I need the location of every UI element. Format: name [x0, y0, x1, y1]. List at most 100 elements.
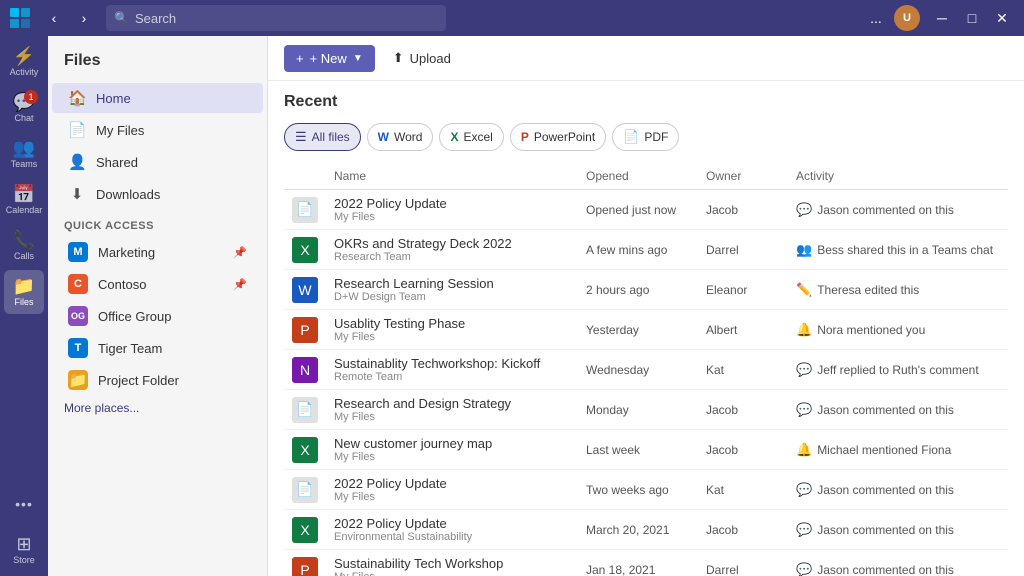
activity-text: Jason commented on this [817, 523, 954, 537]
filter-tab-pdf[interactable]: 📄 PDF [612, 123, 679, 151]
activity-icon: 🔔 [796, 442, 812, 458]
tiger-team-icon: T [68, 338, 88, 358]
table-row[interactable]: P Sustainability Tech Workshop My Files … [284, 550, 1008, 576]
sidebar-nav-home[interactable]: 🏠 Home [52, 83, 263, 113]
table-row[interactable]: X New customer journey map My Files Last… [284, 430, 1008, 470]
upload-button[interactable]: ⬆ Upload [383, 44, 461, 72]
app-logo [8, 6, 32, 30]
file-owner: Darrel [698, 230, 788, 270]
table-row[interactable]: 📄 2022 Policy Update My Files Opened jus… [284, 190, 1008, 230]
file-opened: Last week [578, 430, 698, 470]
col-activity[interactable]: Activity [788, 163, 1008, 190]
sidebar-item-more[interactable]: ••• [4, 482, 44, 526]
file-owner: Jacob [698, 390, 788, 430]
filter-tab-all[interactable]: ☰ All files [284, 123, 361, 151]
qa-contoso[interactable]: C Contoso 📌 [52, 269, 263, 299]
file-name-cell: Research Learning Session D+W Design Tea… [326, 270, 578, 310]
avatar[interactable]: U [894, 5, 920, 31]
table-row[interactable]: P Usablity Testing Phase My Files Yester… [284, 310, 1008, 350]
file-activity: 💬 Jeff replied to Ruth's comment [788, 350, 1008, 390]
nav-buttons: ‹ › [40, 6, 98, 30]
file-icon-generic: 📄 [292, 477, 318, 503]
file-name-cell: Sustainability Tech Workshop My Files [326, 550, 578, 576]
filter-tab-ppt[interactable]: P PowerPoint [510, 123, 606, 151]
file-type-icon: 📄 [284, 470, 326, 510]
teams-icon: 👥 [13, 139, 35, 157]
activity-icon: ⚡ [13, 47, 35, 65]
files-label: Files [14, 297, 33, 307]
forward-button[interactable]: › [70, 6, 98, 30]
file-owner: Eleanor [698, 270, 788, 310]
shared-icon: 👤 [68, 153, 86, 171]
file-icon-excel: X [292, 517, 318, 543]
activity-icon: ✏️ [796, 282, 812, 298]
main-container: ⚡ Activity 1 💬 Chat 👥 Teams 📅 Calendar 📞… [0, 36, 1024, 576]
file-name: Sustainability Tech Workshop [334, 556, 570, 571]
new-button[interactable]: + + New ▼ [284, 45, 375, 72]
activity-icon: 💬 [796, 562, 812, 576]
sidebar-item-activity[interactable]: ⚡ Activity [4, 40, 44, 84]
sidebar-title: Files [48, 44, 267, 82]
minimize-button[interactable]: ─ [928, 6, 956, 30]
file-name: Research and Design Strategy [334, 396, 570, 411]
search-input[interactable] [135, 11, 438, 26]
sidebar-item-chat[interactable]: 1 💬 Chat [4, 86, 44, 130]
activity-icon: 💬 [796, 202, 812, 218]
file-owner: Darrel [698, 550, 788, 576]
table-row[interactable]: 📄 2022 Policy Update My Files Two weeks … [284, 470, 1008, 510]
more-places-link[interactable]: More places... [48, 396, 267, 420]
activity-icon: 👥 [796, 242, 812, 258]
file-icon-excel: X [292, 237, 318, 263]
file-activity: 🔔 Nora mentioned you [788, 310, 1008, 350]
file-type-icon: 📄 [284, 390, 326, 430]
back-button[interactable]: ‹ [40, 6, 68, 30]
table-row[interactable]: N Sustainablity Techworkshop: Kickoff Re… [284, 350, 1008, 390]
table-row[interactable]: W Research Learning Session D+W Design T… [284, 270, 1008, 310]
activity-text: Jeff replied to Ruth's comment [817, 363, 978, 377]
file-opened: A few mins ago [578, 230, 698, 270]
icon-nav: ⚡ Activity 1 💬 Chat 👥 Teams 📅 Calendar 📞… [0, 36, 48, 576]
table-row[interactable]: 📄 Research and Design Strategy My Files … [284, 390, 1008, 430]
file-icon-word: W [292, 277, 318, 303]
qa-office-group[interactable]: OG Office Group [52, 301, 263, 331]
table-row[interactable]: X OKRs and Strategy Deck 2022 Research T… [284, 230, 1008, 270]
qa-project-folder[interactable]: 📁 Project Folder [52, 365, 263, 395]
sidebar-item-calendar[interactable]: 📅 Calendar [4, 178, 44, 222]
file-name: 2022 Policy Update [334, 196, 570, 211]
col-owner[interactable]: Owner [698, 163, 788, 190]
table-header-row: Name Opened Owner Activity [284, 163, 1008, 190]
col-opened[interactable]: Opened [578, 163, 698, 190]
more-options-button[interactable]: ... [862, 6, 890, 30]
sidebar-item-teams[interactable]: 👥 Teams [4, 132, 44, 176]
ppt-tab-icon: P [521, 130, 529, 144]
office-group-label: Office Group [98, 309, 171, 324]
file-owner: Jacob [698, 190, 788, 230]
close-button[interactable]: ✕ [988, 6, 1016, 30]
col-name[interactable]: Name [326, 163, 578, 190]
file-opened: Wednesday [578, 350, 698, 390]
sidebar-nav-myfiles[interactable]: 📄 My Files [52, 115, 263, 145]
filter-tab-word[interactable]: W Word [367, 123, 434, 151]
qa-marketing[interactable]: M Marketing 📌 [52, 237, 263, 267]
sidebar-item-store[interactable]: ⊞ Store [4, 528, 44, 572]
file-type-icon: 📄 [284, 190, 326, 230]
table-row[interactable]: X 2022 Policy Update Environmental Susta… [284, 510, 1008, 550]
project-folder-icon: 📁 [68, 370, 88, 390]
calendar-icon: 📅 [13, 185, 35, 203]
filter-tab-excel[interactable]: X Excel [439, 123, 503, 151]
marketing-pin-icon: 📌 [233, 246, 247, 259]
pdf-tab-icon: 📄 [623, 129, 639, 145]
sidebar-nav-shared[interactable]: 👤 Shared [52, 147, 263, 177]
marketing-label: Marketing [98, 245, 155, 260]
activity-text: Jason commented on this [817, 403, 954, 417]
search-bar: 🔍 [106, 5, 446, 31]
sidebar-item-files[interactable]: 📁 Files [4, 270, 44, 314]
sidebar-nav-downloads[interactable]: ⬇ Downloads [52, 179, 263, 209]
search-icon: 🔍 [114, 11, 129, 25]
maximize-button[interactable]: □ [958, 6, 986, 30]
sidebar-item-calls[interactable]: 📞 Calls [4, 224, 44, 268]
qa-tiger-team[interactable]: T Tiger Team [52, 333, 263, 363]
activity-text: Michael mentioned Fiona [817, 443, 951, 457]
files-content: Recent ☰ All files W Word X Excel P Powe… [268, 81, 1024, 576]
file-icon-onenote: N [292, 357, 318, 383]
